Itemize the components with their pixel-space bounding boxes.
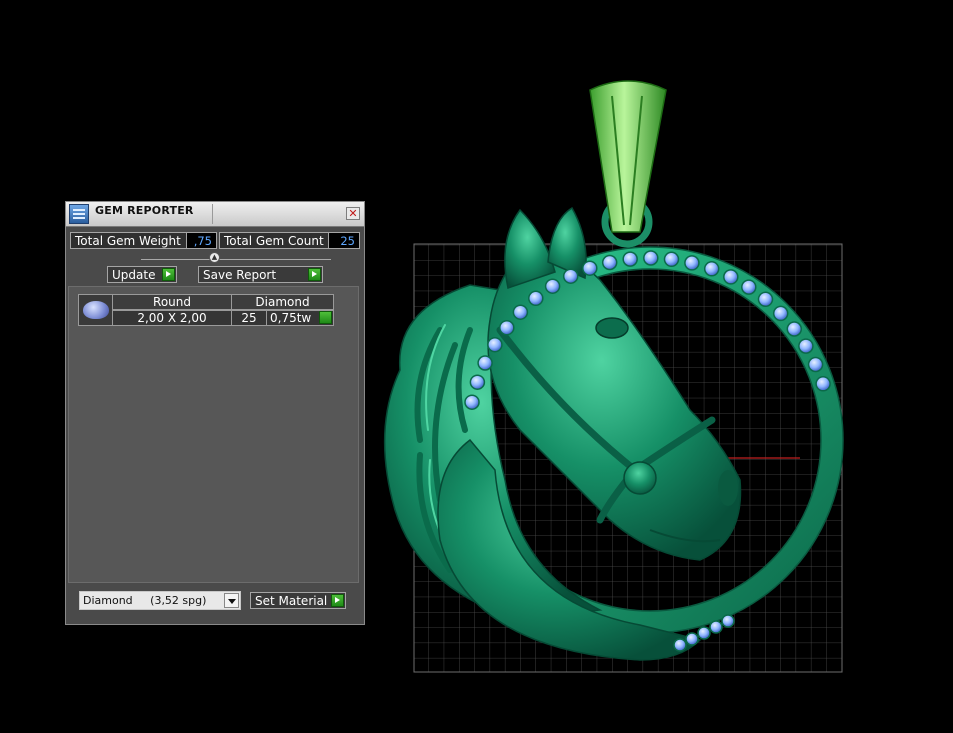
ring-gem — [684, 255, 700, 271]
close-button[interactable]: ✕ — [346, 207, 360, 220]
panel-title: GEM REPORTER — [95, 204, 194, 217]
ring-gem — [709, 620, 723, 634]
gem-reporter-app-icon — [69, 204, 89, 224]
update-button-label: Update — [112, 267, 156, 282]
total-gem-count-label: Total Gem Count — [224, 233, 324, 248]
total-gem-count-value: 25 — [327, 233, 359, 248]
green-arrow-icon — [331, 594, 344, 607]
round-gem-icon[interactable] — [78, 294, 113, 326]
ring-gem — [487, 336, 503, 353]
ring-gem — [601, 254, 618, 271]
material-select[interactable]: Diamond (3,52 spg) — [79, 591, 241, 610]
ring-gem — [685, 632, 699, 646]
ring-gem — [815, 376, 831, 392]
ring-gem — [469, 374, 486, 390]
title-separator — [212, 204, 213, 224]
ring-gem — [807, 356, 824, 373]
ring-gem — [477, 355, 493, 371]
ring-gem — [757, 291, 774, 308]
ring-gem — [544, 278, 561, 294]
gem-reporter-panel: GEM REPORTER ✕ Total Gem Weight ,75 Tota… — [65, 201, 365, 625]
gem-size-cell: 2,00 X 2,00 — [112, 310, 232, 326]
gem-weight-cell[interactable]: 0,75tw — [266, 310, 334, 326]
save-report-button[interactable]: Save Report — [198, 266, 323, 283]
ring-gem — [741, 279, 757, 295]
gem-list: Round Diamond 2,00 X 2,00 25 0,75tw — [68, 286, 359, 583]
gem-shape-header: Round — [112, 294, 232, 310]
ring-gem — [499, 319, 515, 336]
ring-gem — [582, 260, 598, 276]
ring-gem — [663, 251, 680, 268]
set-material-button[interactable]: Set Material — [250, 592, 346, 609]
gem-count-cell: 25 — [231, 310, 267, 326]
pendant-bail — [589, 80, 667, 248]
green-arrow-icon — [162, 268, 175, 281]
ring-gem — [528, 290, 544, 307]
ring-gem — [723, 269, 739, 285]
ring-gem — [721, 614, 735, 628]
total-gem-weight-value: ,75 — [186, 233, 216, 248]
chevron-down-icon[interactable] — [224, 593, 239, 608]
ring-gem — [464, 394, 480, 410]
set-material-button-label: Set Material — [255, 593, 328, 608]
save-report-button-label: Save Report — [203, 267, 277, 282]
green-arrow-icon[interactable] — [319, 311, 332, 324]
total-gem-weight-label: Total Gem Weight — [75, 233, 181, 248]
green-arrow-icon — [308, 268, 321, 281]
update-button[interactable]: Update — [107, 266, 177, 283]
splitter-handle[interactable]: ▲ — [209, 252, 220, 263]
panel-titlebar[interactable]: GEM REPORTER ✕ — [66, 202, 364, 227]
close-icon: ✕ — [348, 207, 358, 220]
total-gem-count-field: Total Gem Count 25 — [219, 232, 360, 249]
ring-gem — [798, 338, 814, 354]
ring-gem — [562, 268, 579, 284]
ring-gem — [703, 261, 720, 277]
panel-splitter-track — [141, 259, 331, 260]
ring-gem — [622, 251, 638, 267]
total-gem-weight-field: Total Gem Weight ,75 — [70, 232, 217, 249]
ring-gem — [643, 250, 659, 266]
ring-gem — [512, 304, 529, 320]
ring-gem — [673, 638, 687, 652]
ring-gem — [786, 321, 803, 337]
gem-weight-value: 0,75tw — [270, 311, 312, 325]
gem-material-header: Diamond — [231, 294, 334, 310]
ring-gem — [772, 305, 789, 322]
ring-gem — [697, 626, 711, 640]
material-select-value: Diamond (3,52 spg) — [83, 594, 207, 607]
